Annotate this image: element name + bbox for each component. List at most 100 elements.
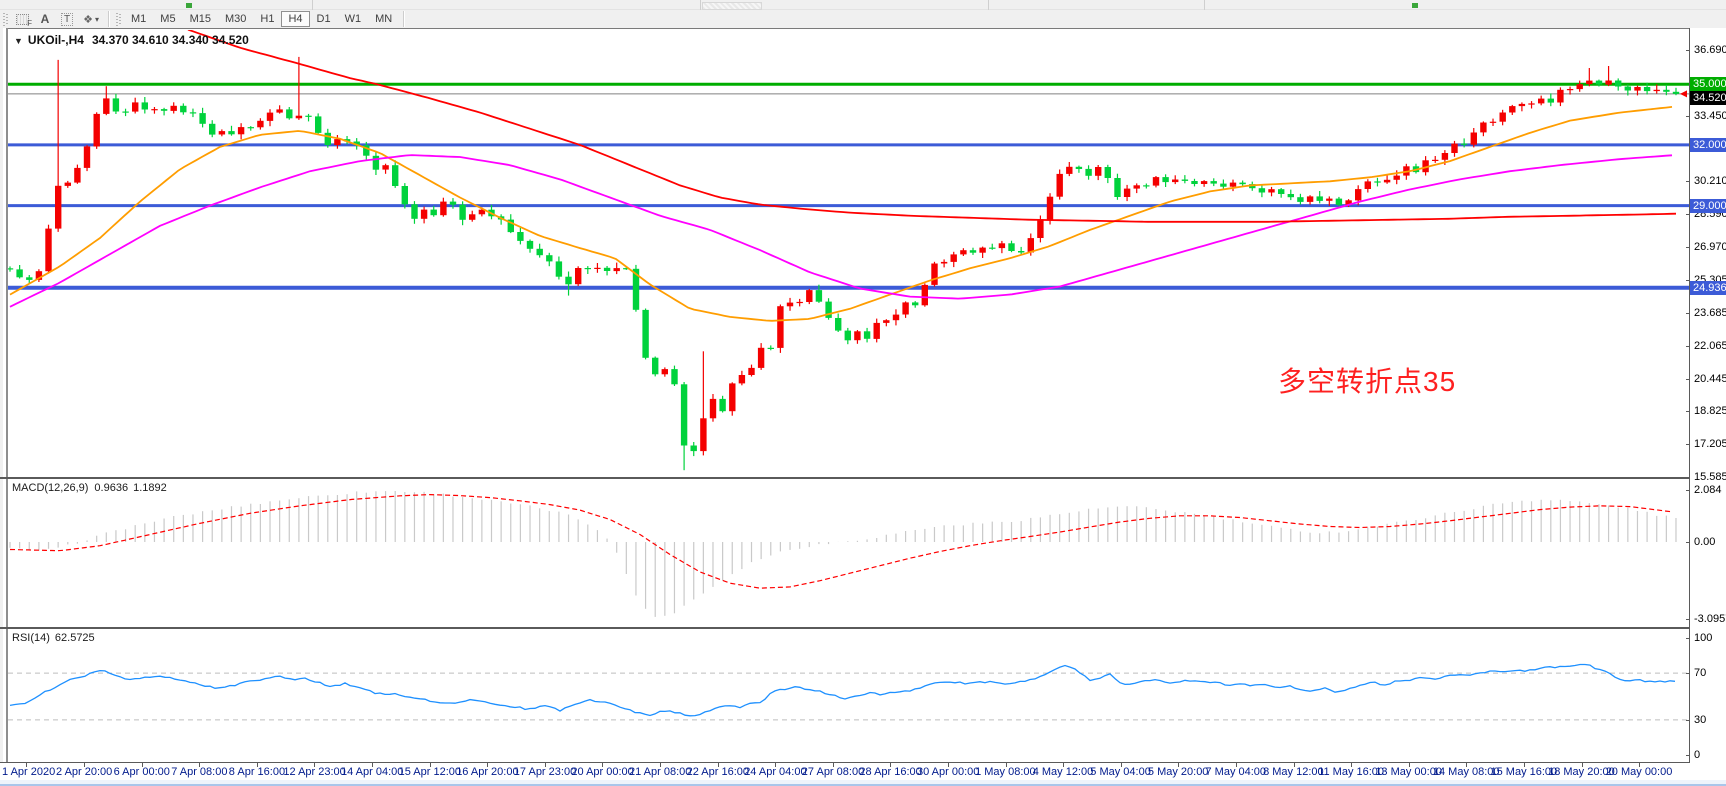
price-badge: 24.936 (1690, 281, 1726, 295)
candlestick (1528, 101, 1534, 108)
candlestick (1451, 141, 1457, 157)
candlestick (373, 151, 379, 175)
timeframe-button-m15[interactable]: M15 (183, 11, 218, 27)
time-axis-label: 2 Apr 20:00 (56, 766, 112, 778)
candlestick (565, 272, 571, 296)
axis-tick (1686, 346, 1690, 347)
panel-separator[interactable] (0, 477, 1690, 479)
time-axis-label: 8 Apr 16:00 (229, 766, 285, 778)
candlestick (777, 305, 783, 353)
time-axis[interactable]: 1 Apr 20202 Apr 20:006 Apr 00:007 Apr 08… (0, 763, 1690, 780)
rsi-panel-canvas[interactable] (8, 628, 1689, 762)
candlestick (797, 299, 803, 307)
main-chart-canvas[interactable] (8, 30, 1689, 477)
time-axis-label: 22 Apr 16:00 (687, 766, 749, 778)
text-box-button[interactable]: T (56, 11, 78, 27)
candlestick (1153, 176, 1159, 187)
candlestick (1259, 184, 1265, 197)
toolbar-separator (403, 11, 404, 27)
price-axis[interactable]: 36.69033.45030.21028.59026.97025.30523.6… (1690, 28, 1726, 763)
chart-menu-dropdown-icon[interactable]: ▼ (14, 36, 23, 46)
candlestick (440, 198, 446, 217)
macd-signal-line (10, 495, 1672, 589)
axis-tick (1686, 214, 1690, 215)
price-axis-label: 22.065 (1694, 340, 1726, 352)
candlestick (325, 129, 331, 148)
rsi-indicator-label: RSI(14)62.5725 (12, 632, 95, 644)
candlestick (681, 382, 687, 470)
timeframe-button-m30[interactable]: M30 (218, 11, 253, 27)
candlestick (575, 266, 581, 286)
macd-panel-canvas[interactable] (8, 479, 1689, 627)
candlestick (845, 328, 851, 344)
candlestick (1384, 175, 1390, 183)
cursor-tool-button[interactable]: F (11, 11, 34, 27)
strip-green-dot (1412, 3, 1418, 8)
candlestick (1105, 165, 1111, 183)
candlestick (931, 262, 937, 287)
candlestick (1374, 178, 1380, 187)
candlestick (411, 201, 417, 224)
timeframe-button-mn[interactable]: MN (368, 11, 399, 27)
time-axis-label: 1 Apr 2020 (2, 766, 55, 778)
mt4-terminal: F A T ❖ ▾ M1M5M15M30H1H4D1W1MN ▼ UKOil-,H… (0, 0, 1726, 786)
timeframe-button-h4[interactable]: H4 (281, 11, 309, 27)
candlestick (748, 365, 754, 377)
candlestick (151, 107, 157, 114)
macd-axis-label: 0.00 (1694, 536, 1715, 548)
candlestick (527, 240, 533, 253)
time-axis-label: 8 May 12:00 (1263, 766, 1324, 778)
rsi-line (10, 665, 1675, 716)
candlestick (960, 248, 966, 256)
rsi-value: 62.5725 (55, 632, 95, 644)
candlestick (103, 86, 109, 115)
candlestick (719, 396, 725, 413)
candlestick (556, 257, 562, 280)
toolbar-grip[interactable] (116, 12, 121, 26)
text-label-button[interactable]: A (34, 11, 56, 27)
strip-separator (988, 0, 989, 10)
price-badge: 34.520 (1690, 91, 1726, 105)
symbol-timeframe-label: UKOil-,H4 (28, 33, 84, 47)
candlestick (999, 241, 1005, 253)
candlestick (662, 367, 668, 376)
candlestick (1490, 119, 1496, 126)
candlestick (1134, 183, 1140, 193)
axis-tick (1686, 116, 1690, 117)
price-axis-label: 23.685 (1694, 307, 1726, 319)
timeframe-button-m1[interactable]: M1 (124, 11, 153, 27)
candlestick (1432, 156, 1438, 163)
panel-separator[interactable] (0, 627, 1690, 629)
timeframe-button-m5[interactable]: M5 (153, 11, 182, 27)
ohlc-values: 34.370 34.610 34.340 34.520 (92, 33, 249, 47)
timeframe-button-w1[interactable]: W1 (338, 11, 369, 27)
candlestick (238, 123, 244, 139)
candlestick (864, 328, 870, 343)
candlestick (758, 343, 764, 370)
time-axis-label: 16 Apr 20:00 (456, 766, 518, 778)
candlestick (180, 103, 186, 114)
candlestick (979, 247, 985, 258)
rsi-axis-label: 30 (1694, 714, 1706, 726)
candlestick (874, 319, 880, 343)
price-badge: 29.000 (1690, 199, 1726, 213)
toolbar-grip[interactable] (3, 12, 8, 26)
candlestick (248, 126, 254, 131)
shapes-tool-button[interactable]: ❖ ▾ (78, 11, 104, 27)
last-price-arrow-icon (1680, 90, 1687, 97)
candlestick (296, 57, 302, 120)
candlestick (219, 129, 225, 136)
time-axis-label: 17 Apr 23:00 (514, 766, 576, 778)
candlestick (1577, 81, 1583, 92)
timeframe-button-d1[interactable]: D1 (310, 11, 338, 27)
time-axis-label: 28 Apr 16:00 (859, 766, 921, 778)
candlestick (122, 109, 128, 116)
timeframe-button-h1[interactable]: H1 (253, 11, 281, 27)
candlestick (922, 283, 928, 306)
candlestick (825, 298, 831, 320)
candlestick (710, 394, 716, 422)
rsi-axis-label: 0 (1694, 749, 1700, 761)
window-left-edge (0, 28, 8, 780)
candlestick (469, 211, 475, 222)
candlestick (1230, 180, 1236, 192)
